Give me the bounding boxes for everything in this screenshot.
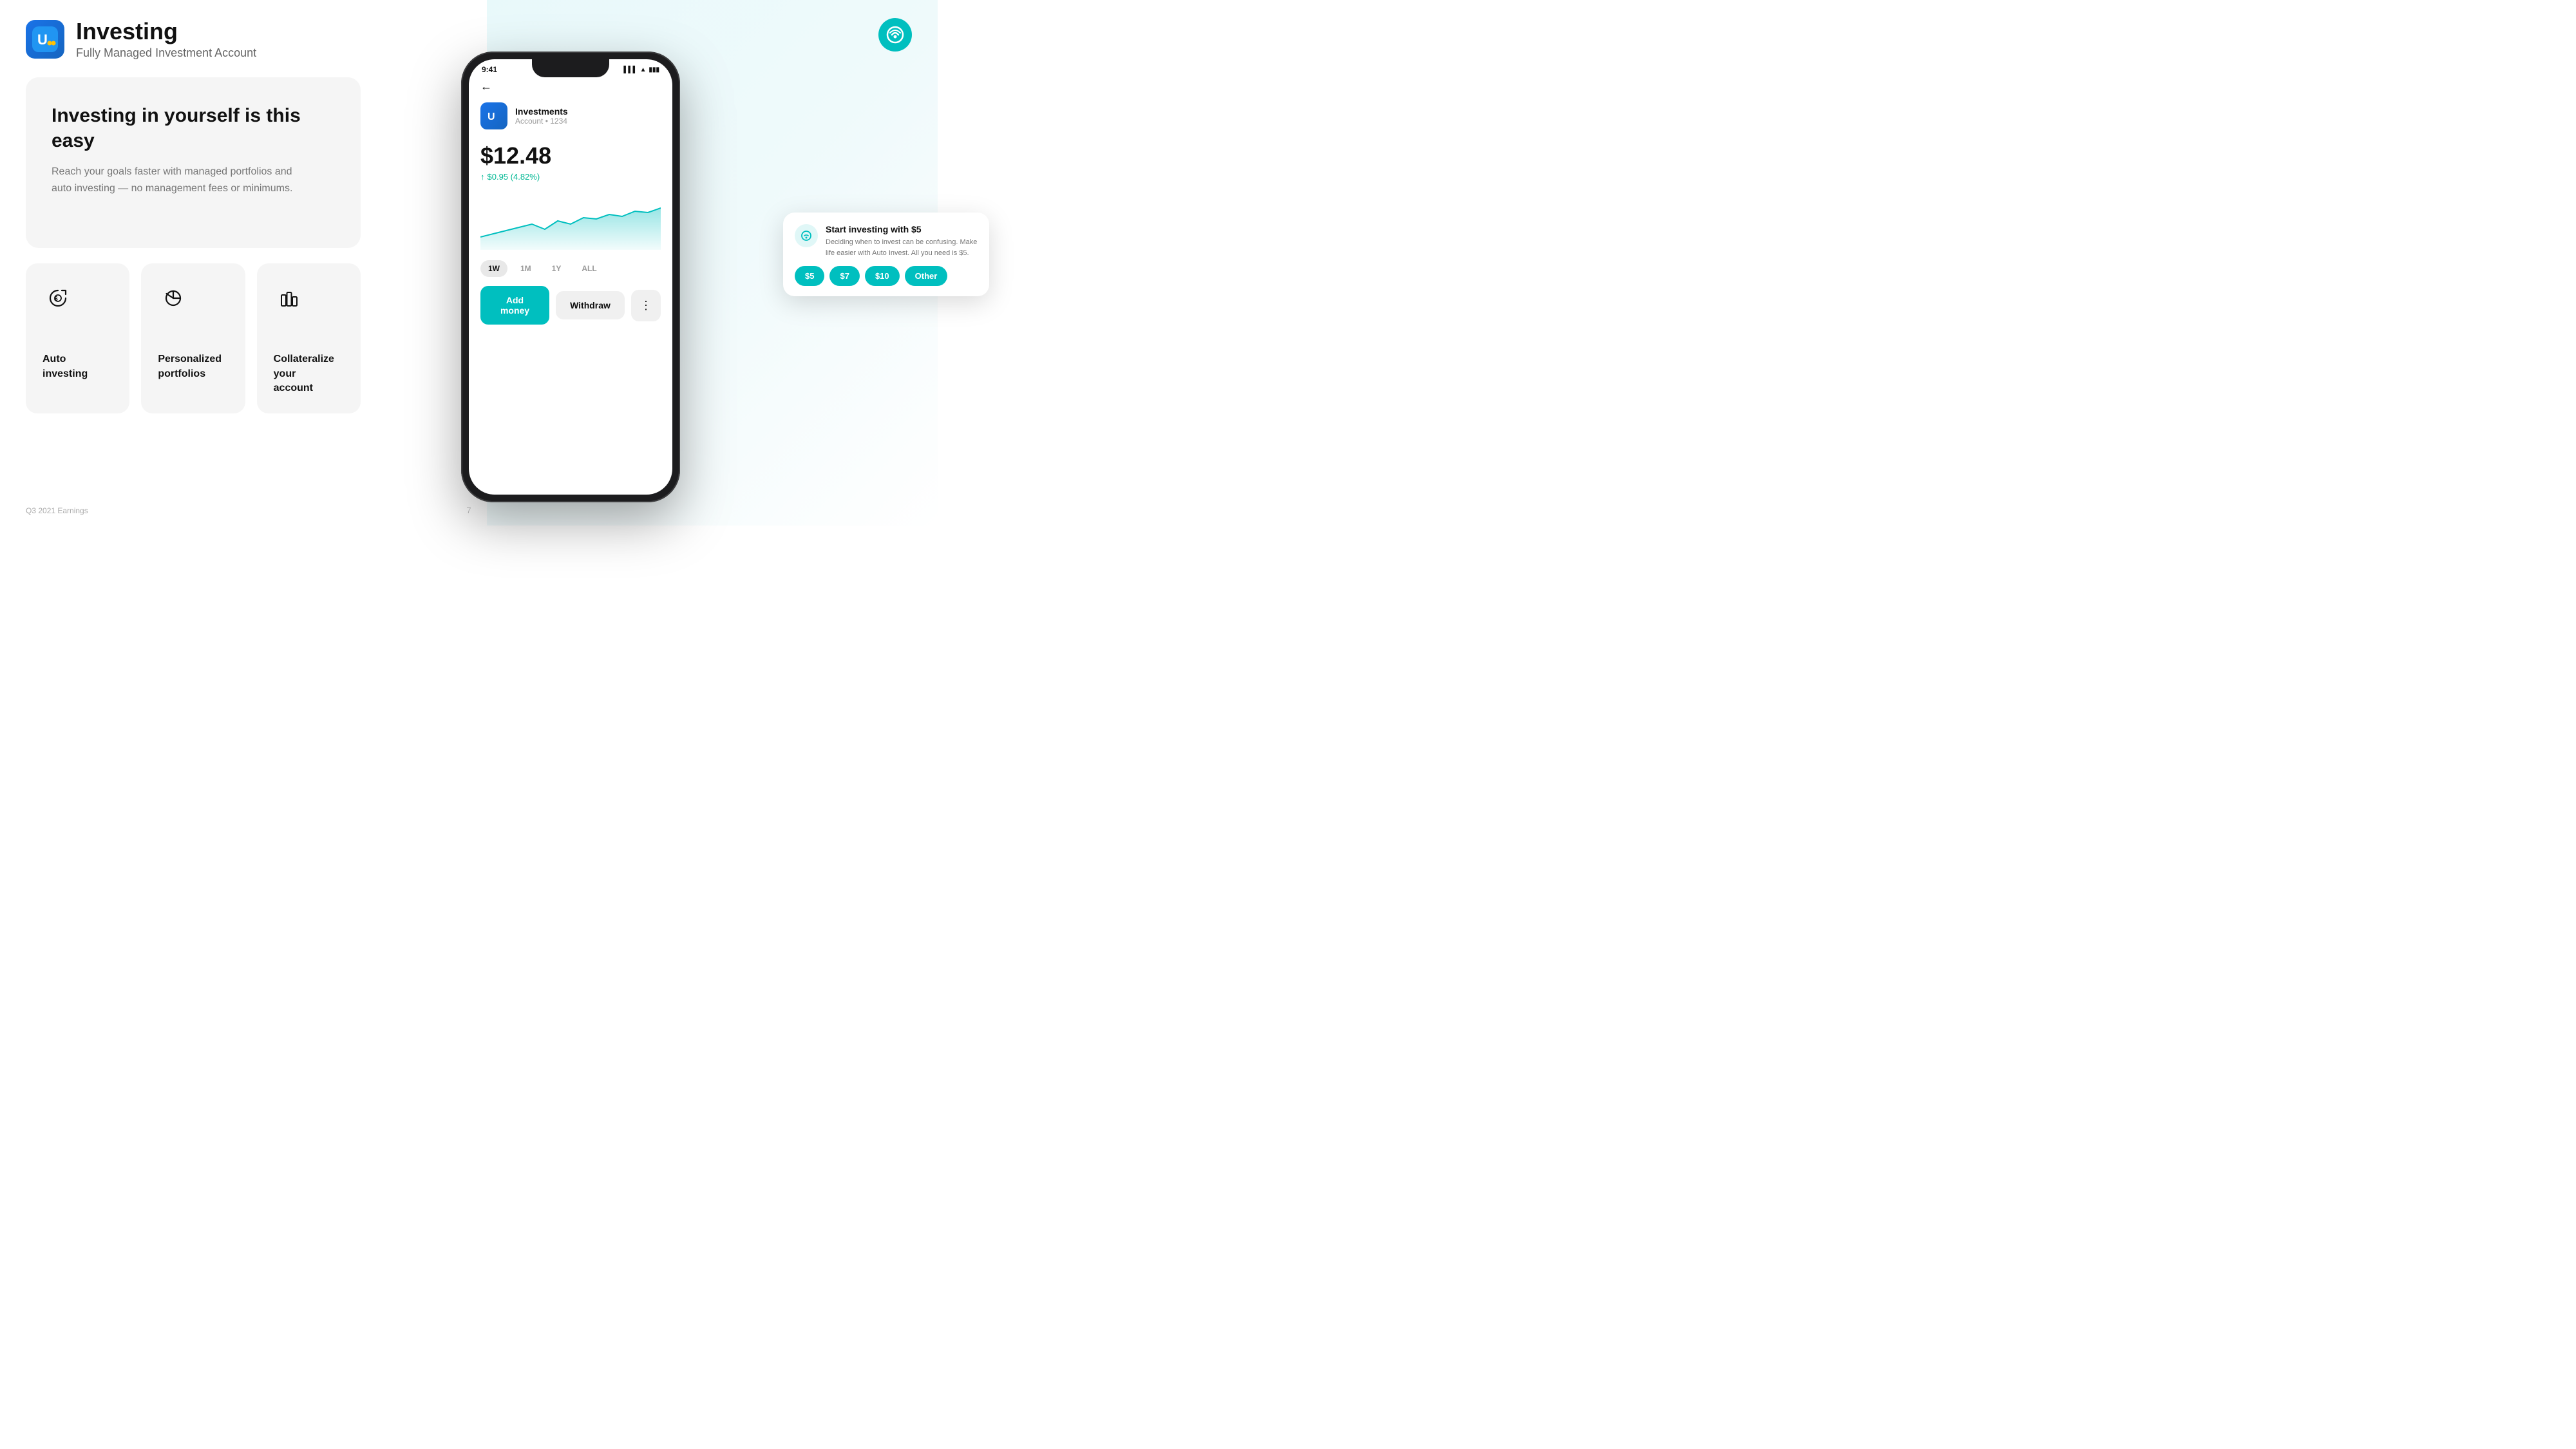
back-button[interactable]: ← <box>480 80 661 93</box>
balance-change: ↑ $0.95 (4.82%) <box>480 172 661 182</box>
invest-btn-10[interactable]: $10 <box>865 266 900 286</box>
feature-label-personalized: Personalizedportfolios <box>158 352 228 381</box>
svg-text:U: U <box>488 111 495 122</box>
time-filter-1m[interactable]: 1M <box>513 260 539 277</box>
invest-card-header: Start investing with $5 Deciding when to… <box>795 224 978 258</box>
hero-description: Reach your goals faster with managed por… <box>52 164 296 196</box>
phone-notch <box>532 59 609 77</box>
page-title: Investing <box>76 18 256 45</box>
feature-card-personalized: Personalizedportfolios <box>141 263 245 413</box>
balance-amount: $12.48 <box>480 142 661 169</box>
status-icons: ▌▌▌ ▲ ▮▮▮ <box>623 66 659 73</box>
page-number: 7 <box>466 506 471 515</box>
phone-device: 9:41 ▌▌▌ ▲ ▮▮▮ ← U <box>461 52 680 502</box>
phone-bottom-buttons: Add money Withdraw ⋮ <box>480 286 661 325</box>
feature-label-collateralize: Collateralize youraccount <box>274 352 344 395</box>
invest-btn-5[interactable]: $5 <box>795 266 824 286</box>
chart-area <box>480 192 661 250</box>
feature-card-collateralize: Collateralize youraccount <box>257 263 361 413</box>
invest-btn-7[interactable]: $7 <box>829 266 859 286</box>
bar-chart-icon <box>274 283 305 314</box>
pie-chart-icon <box>158 283 189 314</box>
wifi-icon: ▲ <box>640 66 647 73</box>
battery-icon: ▮▮▮ <box>649 66 659 73</box>
time-filter-all[interactable]: ALL <box>574 260 604 277</box>
signal-icon: ▌▌▌ <box>623 66 637 73</box>
feature-label-auto-investing: Autoinvesting <box>43 352 113 381</box>
left-content: Investing in yourself is this easy Reach… <box>26 77 361 413</box>
phone-content: ← U Investments Account • 1234 $12.48 <box>469 80 672 325</box>
hero-card: Investing in yourself is this easy Reach… <box>26 77 361 248</box>
time-filters: 1W 1M 1Y ALL <box>480 255 661 277</box>
add-money-button[interactable]: Add money <box>480 286 549 325</box>
footer-label: Q3 2021 Earnings <box>26 506 88 515</box>
svg-text:U: U <box>37 32 48 48</box>
account-name: Investments <box>515 106 568 117</box>
app-logo: U <box>26 20 64 59</box>
account-number: Account • 1234 <box>515 117 568 126</box>
time-filter-1w[interactable]: 1W <box>480 260 507 277</box>
invest-card-buttons: $5 $7 $10 Other <box>795 266 978 286</box>
phone-area: 9:41 ▌▌▌ ▲ ▮▮▮ ← U <box>397 32 976 522</box>
withdraw-button[interactable]: Withdraw <box>556 291 625 319</box>
page-subtitle: Fully Managed Investment Account <box>76 46 256 60</box>
more-options-button[interactable]: ⋮ <box>631 290 661 321</box>
invest-card-text: Start investing with $5 Deciding when to… <box>826 224 978 258</box>
invest-btn-other[interactable]: Other <box>905 266 948 286</box>
account-logo: U <box>480 102 507 129</box>
invest-card-description: Deciding when to invest can be confusing… <box>826 237 978 258</box>
change-value: $0.95 (4.82%) <box>488 172 540 182</box>
hero-title: Investing in yourself is this easy <box>52 103 335 153</box>
time-filter-1y[interactable]: 1Y <box>544 260 569 277</box>
feature-cards: $ Autoinvesting Personalizedportfolios <box>26 263 361 413</box>
feature-card-auto-investing: $ Autoinvesting <box>26 263 129 413</box>
account-info: Investments Account • 1234 <box>515 106 568 126</box>
invest-card-title: Start investing with $5 <box>826 224 978 234</box>
auto-invest-icon: $ <box>43 283 73 314</box>
phone-screen: 9:41 ▌▌▌ ▲ ▮▮▮ ← U <box>469 59 672 495</box>
invest-card-icon <box>795 224 818 247</box>
status-time: 9:41 <box>482 65 497 74</box>
change-arrow-icon: ↑ <box>480 172 485 182</box>
header-text: Investing Fully Managed Investment Accou… <box>76 18 256 60</box>
invest-card: Start investing with $5 Deciding when to… <box>783 213 989 296</box>
account-header: U Investments Account • 1234 <box>480 102 661 129</box>
